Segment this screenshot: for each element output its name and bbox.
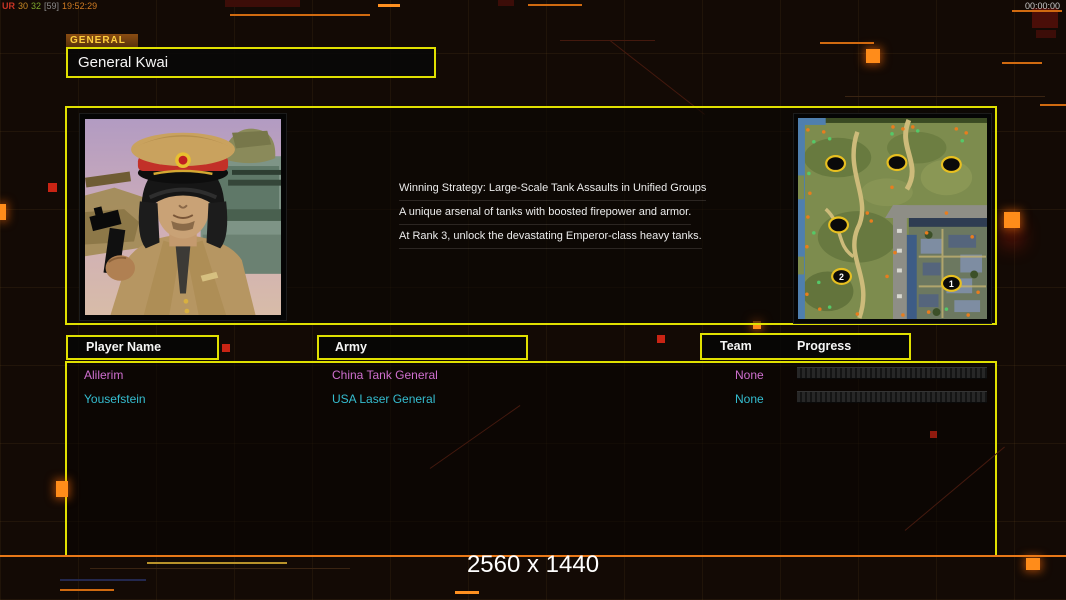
player-army[interactable]: China Tank General [332,367,438,383]
decor-orange-square [0,204,6,220]
general-portrait-image [85,119,281,315]
header-army: Army [317,335,528,360]
decor-line [1040,104,1066,106]
map-start-marker-1: 1 [949,279,954,289]
strategy-line: At Rank 3, unlock the devastating Empero… [399,230,702,249]
decor-line [455,591,479,594]
player-team[interactable]: None [735,391,764,407]
decor-line [820,42,874,44]
header-team-progress: Team Progress [700,333,911,360]
player-row[interactable]: Alilerim China Tank General None [67,367,995,389]
stats-bracket: [59] [44,1,59,11]
player-progress-bar [797,367,987,379]
decor-red-square [48,183,57,192]
decor-red-block [498,0,514,6]
header-player-name: Player Name [66,335,219,360]
player-name: Alilerim [84,367,123,383]
resolution-label: 2560 x 1440 [0,551,1066,579]
general-name-field[interactable]: General Kwai [66,47,436,78]
strategy-line: A unique arsenal of tanks with boosted f… [399,206,691,225]
general-tab-label: GENERAL [66,34,138,48]
decor-line [528,4,582,6]
player-team[interactable]: None [735,367,764,383]
general-portrait [79,113,287,321]
decor-red-square [930,431,937,438]
map-preview: 2 1 [793,113,992,324]
decor-diagonal [560,40,655,41]
decor-line [60,589,114,591]
decor-orange-square [866,49,880,63]
decor-red-square [657,335,665,343]
decor-red-block [1036,30,1056,38]
stats-prefix: UR [2,1,15,11]
stats-fps: 30 [18,1,28,11]
decor-red-square [222,344,230,352]
header-progress: Progress [797,335,851,358]
match-clock: 00:00:00 [1025,1,1060,11]
decor-line [230,14,370,16]
decor-orange-square [1004,212,1020,228]
player-progress-bar [797,391,987,403]
decor-line [1002,62,1042,64]
player-list-panel: Alilerim China Tank General None Yousefs… [65,361,997,555]
map-start-marker-2: 2 [839,272,844,282]
map-preview-image: 2 1 [798,118,987,319]
general-info-panel: Winning Strategy: Large-Scale Tank Assau… [65,106,997,325]
decor-line [378,4,400,7]
decor-line [60,579,146,581]
debug-stats-readout: UR3032[59]19:52:29 [2,1,100,11]
decor-line [845,96,1045,97]
decor-orange-square [56,481,68,497]
strategy-line: Winning Strategy: Large-Scale Tank Assau… [399,182,706,201]
stats-time: 19:52:29 [62,1,97,11]
stats-frame: 32 [31,1,41,11]
player-row[interactable]: Yousefstein USA Laser General None [67,391,995,413]
decor-diagonal [610,40,705,115]
strategy-text-block: Winning Strategy: Large-Scale Tank Assau… [399,182,729,254]
lobby-screen: UR3032[59]19:52:29 00:00:00 GENERAL Gene… [0,0,1066,600]
decor-red-block [225,0,300,7]
player-name: Yousefstein [84,391,146,407]
header-team: Team [720,335,752,358]
player-army[interactable]: USA Laser General [332,391,435,407]
